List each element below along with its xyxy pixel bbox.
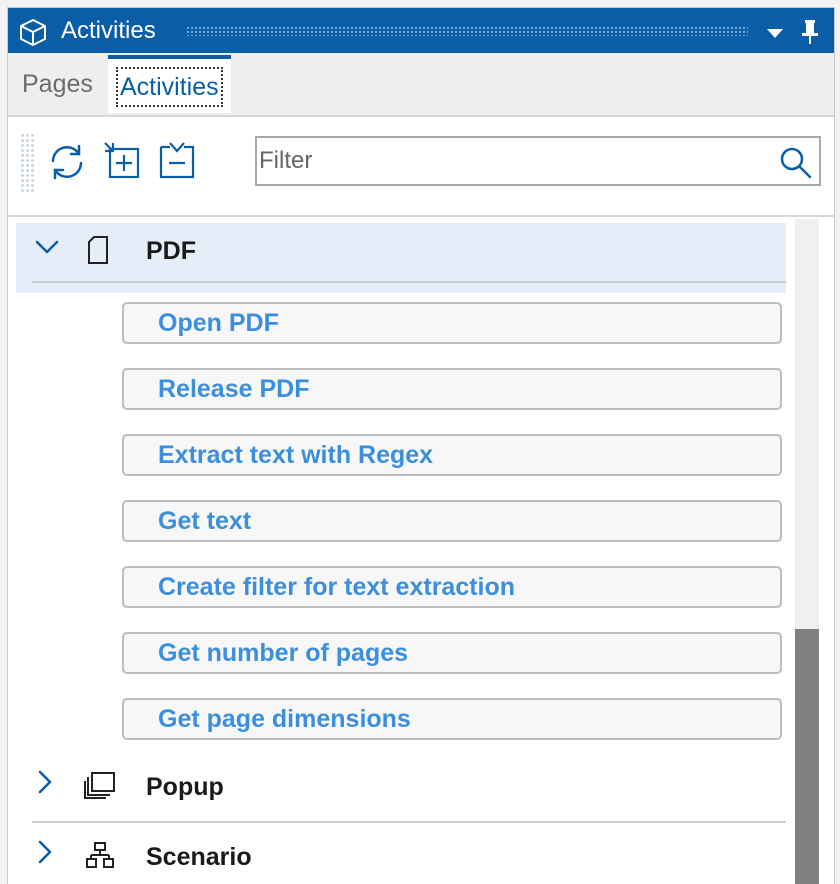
popup-icon <box>84 771 116 804</box>
activity-label: Open PDF <box>158 309 279 337</box>
document-icon <box>86 235 110 270</box>
search-icon[interactable] <box>779 146 813 185</box>
activity-label: Get page dimensions <box>158 705 411 733</box>
chevron-right-icon[interactable] <box>36 839 54 870</box>
activity-open-pdf[interactable]: Open PDF <box>122 302 782 344</box>
activity-get-text[interactable]: Get text <box>122 500 782 542</box>
activities-panel: Activities Pages Activities Filter PDF O… <box>7 7 835 884</box>
chevron-down-icon[interactable] <box>34 237 60 262</box>
activity-label: Get number of pages <box>158 639 409 667</box>
toolbar-grip-handle[interactable] <box>20 133 34 193</box>
activity-label: Create filter for text extraction <box>158 573 516 601</box>
activity-label: Get text <box>158 507 252 535</box>
chevron-right-icon[interactable] <box>36 769 54 800</box>
pin-icon[interactable] <box>801 19 819 50</box>
activity-create-filter[interactable]: Create filter for text extraction <box>122 566 782 608</box>
activities-content: PDF Open PDF Release PDF Extract text wi… <box>8 115 834 884</box>
row-divider <box>32 281 786 283</box>
scrollbar-thumb[interactable] <box>795 629 819 884</box>
panel-title: Activities <box>61 17 156 44</box>
tree-group-popup[interactable]: Popup <box>16 753 786 823</box>
refresh-icon[interactable] <box>46 141 88 188</box>
tab-activities[interactable]: Activities <box>108 55 231 113</box>
cube-icon <box>18 17 48 52</box>
tree-group-label: Scenario <box>146 843 252 871</box>
filter-field[interactable] <box>255 136 821 186</box>
scenario-icon <box>86 841 114 874</box>
tree-group-label: Popup <box>146 773 224 801</box>
collapse-all-icon[interactable] <box>156 141 196 186</box>
activity-extract-text-regex[interactable]: Extract text with Regex <box>122 434 782 476</box>
panel-title-bar: Activities <box>8 8 834 53</box>
tab-bar: Pages Activities <box>8 53 834 115</box>
activity-label: Extract text with Regex <box>158 441 434 469</box>
title-drag-handle[interactable] <box>186 26 748 36</box>
activity-get-page-dimensions[interactable]: Get page dimensions <box>122 698 782 740</box>
tree-group-label: PDF <box>146 237 196 265</box>
tree-group-scenario[interactable]: Scenario <box>16 823 786 884</box>
activity-get-number-of-pages[interactable]: Get number of pages <box>122 632 782 674</box>
expand-all-icon[interactable] <box>103 141 143 186</box>
tree-group-pdf[interactable]: PDF <box>16 223 786 293</box>
filter-input[interactable] <box>259 140 759 182</box>
chevron-down-icon[interactable] <box>766 26 784 44</box>
activity-release-pdf[interactable]: Release PDF <box>122 368 782 410</box>
activity-tree: PDF Open PDF Release PDF Extract text wi… <box>8 217 834 884</box>
activity-label: Release PDF <box>158 375 310 403</box>
tab-pages[interactable]: Pages <box>22 55 93 113</box>
tab-activities-label: Activities <box>116 67 223 107</box>
